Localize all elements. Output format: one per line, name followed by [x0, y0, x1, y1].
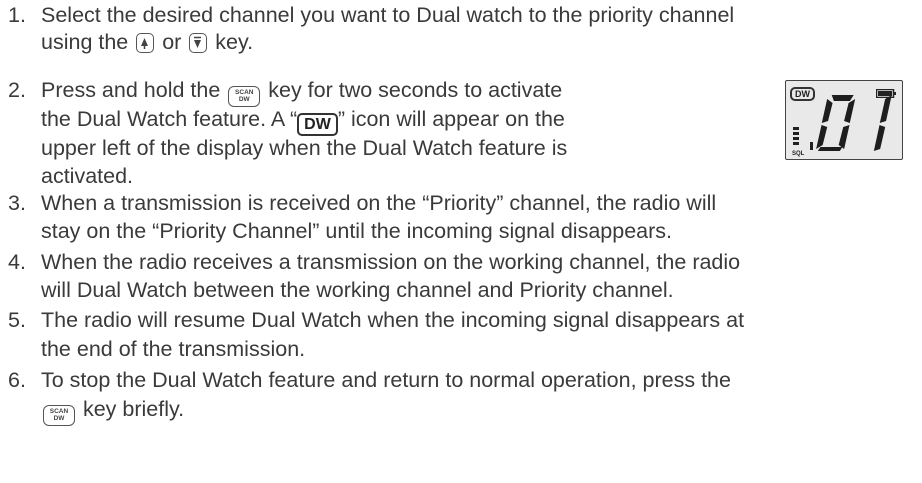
- scan-dw-key-icon: SCAN DW: [228, 86, 261, 107]
- step-text-fragment: key.: [209, 30, 254, 54]
- step-text-line: When the radio receives a transmission o…: [41, 250, 741, 274]
- dw-icon: DW: [297, 113, 338, 136]
- up-arrow-key-icon: [136, 33, 155, 53]
- step-text-line: To stop the Dual Watch feature and retur…: [41, 368, 731, 392]
- step-text-line: Press and hold the SCAN DW key for two se…: [41, 76, 562, 107]
- step-text-fragment: Press and hold the: [41, 78, 227, 102]
- step-text-line: upper left of the display when the Dual …: [41, 136, 568, 160]
- step-number: 4.: [8, 250, 26, 274]
- step-text-fragment: the Dual Watch feature. A “: [41, 107, 298, 131]
- sql-label: SQL: [792, 151, 805, 157]
- scan-key-top-label: SCAN: [49, 407, 69, 415]
- step-number: 5.: [8, 308, 26, 332]
- manual-page: 1. Select the desired channel you want to…: [0, 0, 922, 483]
- channel-digits: [816, 95, 892, 151]
- scan-dw-key-icon: SCAN DW: [43, 405, 75, 426]
- step-text-line: The radio will resume Dual Watch when th…: [41, 308, 745, 332]
- step-text-line: the Dual Watch feature. A “DW” icon will…: [41, 105, 565, 136]
- down-arrow-key-icon: [189, 33, 208, 53]
- step-text-line: When a transmission is received on the “…: [41, 191, 717, 215]
- step-text-fragment: using the: [41, 30, 135, 54]
- step-text-line: SCAN DW key briefly.: [41, 395, 184, 426]
- step-text-line: stay on the “Priority Channel” until the…: [41, 219, 672, 243]
- lcd-display-illustration: DW SQL: [785, 80, 903, 160]
- step-number: 1.: [8, 3, 26, 27]
- lcd-dw-icon: DW: [790, 87, 815, 101]
- step-number: 3.: [8, 191, 26, 215]
- step-text-fragment: key briefly.: [77, 397, 185, 421]
- step-text-fragment: or: [156, 30, 188, 54]
- step-text-fragment: ” icon will appear on the: [337, 107, 565, 131]
- step-number: 2.: [8, 78, 26, 102]
- step-number: 6.: [8, 368, 26, 392]
- step-text-line: using the or key.: [41, 28, 253, 56]
- scan-key-bottom-label: DW: [238, 96, 250, 103]
- small-indicator: [810, 142, 813, 150]
- step-text-line: activated.: [41, 164, 134, 188]
- step-text-line: the end of the transmission.: [41, 337, 306, 361]
- step-text-fragment: key for two seconds to activate: [262, 78, 563, 102]
- step-text-line: Select the desired channel you want to D…: [41, 3, 735, 27]
- scan-key-top-label: SCAN: [235, 88, 254, 96]
- scan-key-bottom-label: DW: [53, 415, 65, 422]
- step-text-line: will Dual Watch between the working chan…: [41, 278, 674, 302]
